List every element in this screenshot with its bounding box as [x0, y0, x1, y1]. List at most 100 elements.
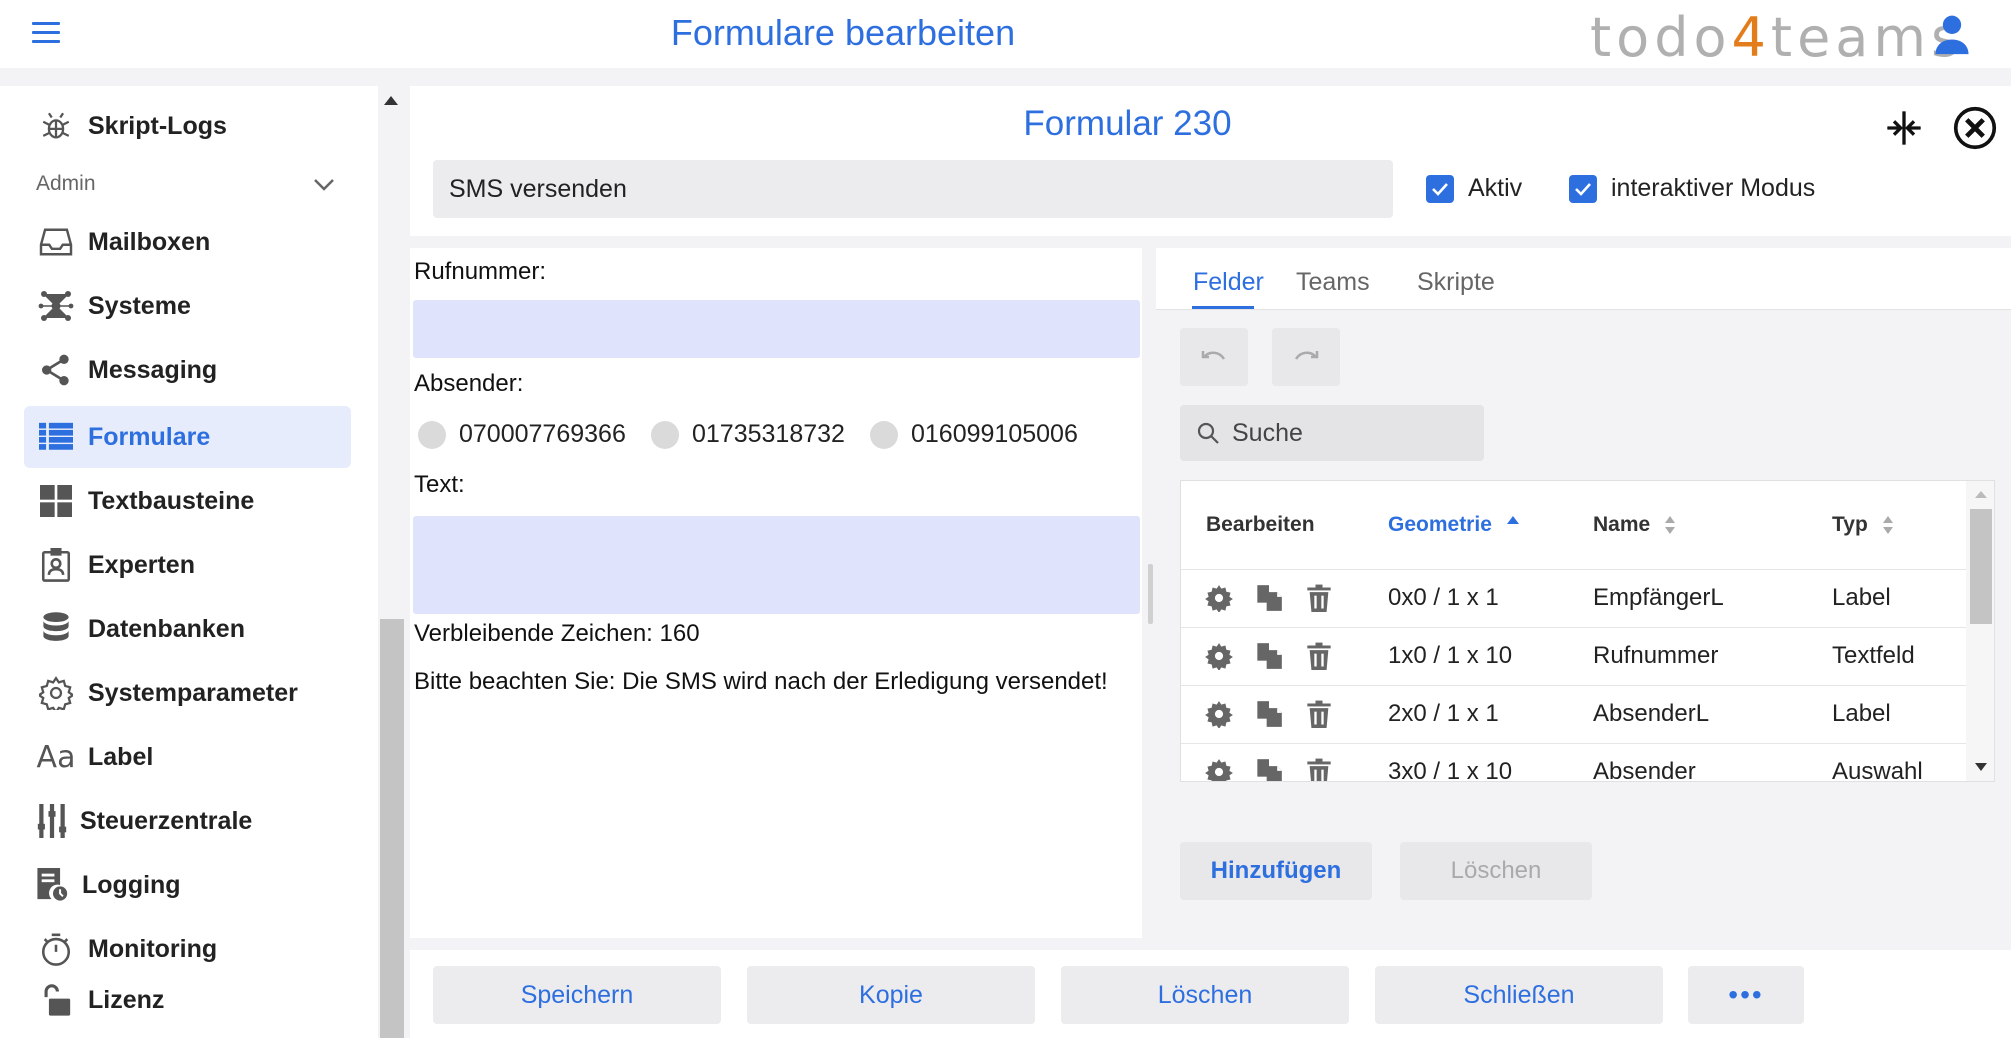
tab-teams[interactable]: Teams: [1296, 268, 1370, 297]
sidebar-item-experten[interactable]: Experten: [24, 534, 351, 596]
copy-button[interactable]: Kopie: [747, 966, 1035, 1024]
trash-icon[interactable]: [1305, 642, 1333, 670]
cell-geometrie: 0x0 / 1 x 1: [1388, 584, 1499, 611]
settings-icon[interactable]: [1205, 584, 1233, 612]
cell-geometrie: 1x0 / 1 x 10: [1388, 642, 1513, 669]
text-input[interactable]: [413, 516, 1140, 614]
row-actions: [1205, 642, 1333, 670]
trash-icon[interactable]: [1305, 700, 1333, 728]
tab-felder[interactable]: Felder: [1193, 268, 1264, 297]
undo-button[interactable]: [1180, 328, 1248, 386]
interactive-mode-checkbox[interactable]: interaktiver Modus: [1569, 174, 1815, 203]
sidebar-item-label: Formulare: [88, 422, 211, 451]
bug-icon: [24, 109, 88, 143]
sidebar-item-logging[interactable]: Logging: [24, 854, 351, 916]
sidebar-item-mailboxen[interactable]: Mailboxen: [24, 211, 351, 273]
delete-field-button[interactable]: Löschen: [1400, 842, 1592, 900]
rufnummer-label: Rufnummer:: [414, 258, 547, 285]
scroll-down-arrow-icon[interactable]: [1975, 763, 1987, 771]
copy-icon[interactable]: [1255, 584, 1283, 612]
table-row[interactable]: 2x0 / 1 x 1 AbsenderL Label: [1181, 685, 1966, 743]
cell-geometrie: 3x0 / 1 x 10: [1388, 758, 1513, 782]
more-button[interactable]: •••: [1688, 966, 1804, 1024]
column-header-name[interactable]: Name: [1593, 513, 1676, 537]
redo-icon: [1294, 351, 1319, 360]
table-row[interactable]: 0x0 / 1 x 1 EmpfängerL Label: [1181, 569, 1966, 627]
active-tab-indicator: [1192, 306, 1254, 309]
sidebar-item-label: Mailboxen: [88, 227, 211, 256]
settings-icon[interactable]: [1205, 700, 1233, 728]
add-field-button[interactable]: Hinzufügen: [1180, 842, 1372, 900]
sidebar-item-label-admin[interactable]: Aa Label: [24, 726, 351, 788]
scroll-up-arrow-icon[interactable]: [1975, 491, 1987, 498]
sidebar-section-admin[interactable]: Admin: [36, 172, 336, 196]
sidebar-item-label: Experten: [88, 550, 195, 579]
sidebar-item-formulare[interactable]: Formulare: [24, 406, 351, 468]
sidebar-item-label: Messaging: [88, 355, 218, 384]
scroll-up-arrow-icon[interactable]: [384, 96, 398, 105]
radio-label: 01735318732: [692, 420, 845, 448]
sidebar-item-steuerzentrale[interactable]: Steuerzentrale: [24, 790, 351, 852]
sidebar-item-label: Monitoring: [88, 934, 218, 963]
editor-tabs: Felder Teams Skripte: [1156, 248, 2011, 310]
table-row[interactable]: 3x0 / 1 x 10 Absender Auswahl: [1181, 743, 1966, 782]
network-icon: [24, 288, 88, 324]
trash-icon[interactable]: [1305, 758, 1333, 781]
settings-icon[interactable]: [1205, 642, 1233, 670]
collapse-horizontal-icon[interactable]: [1884, 108, 1924, 148]
column-header-geometrie[interactable]: Geometrie: [1388, 513, 1520, 537]
table-scrollbar-thumb[interactable]: [1970, 509, 1992, 624]
absender-radio-1[interactable]: 01735318732: [651, 420, 845, 449]
row-actions: [1205, 758, 1333, 781]
settings-icon[interactable]: [1205, 758, 1233, 781]
radio-label: 070007769366: [459, 420, 626, 448]
log-icon: [24, 868, 82, 902]
sidebar-item-skript-logs[interactable]: Skript-Logs: [24, 95, 351, 157]
form-title: Formular 230: [1023, 104, 1232, 143]
sidebar-item-messaging[interactable]: Messaging: [24, 339, 351, 401]
column-header-typ[interactable]: Typ: [1832, 513, 1894, 537]
sidebar-scrollbar[interactable]: [378, 86, 406, 1038]
sidebar-item-label: Datenbanken: [88, 614, 245, 643]
remaining-chars: Verbleibende Zeichen: 160: [414, 620, 700, 648]
check-icon: [1426, 174, 1454, 203]
copy-icon[interactable]: [1255, 758, 1283, 781]
delete-button[interactable]: Löschen: [1061, 966, 1349, 1024]
user-icon[interactable]: [1930, 12, 1974, 56]
aktiv-label: Aktiv: [1468, 174, 1523, 202]
cell-typ: Auswahl: [1832, 758, 1923, 782]
sidebar-item-systeme[interactable]: Systeme: [24, 275, 351, 337]
absender-radio-2[interactable]: 016099105006: [870, 420, 1078, 449]
stopwatch-icon: [24, 932, 88, 966]
main-content: Formular 230 Aktiv interaktiver Modus Ru…: [410, 86, 2011, 1038]
search-field[interactable]: Suche: [1180, 405, 1484, 461]
aktiv-checkbox[interactable]: Aktiv: [1426, 174, 1522, 203]
logo-text-four: 4: [1731, 6, 1771, 69]
copy-icon[interactable]: [1255, 642, 1283, 670]
absender-radio-0[interactable]: 070007769366: [418, 420, 626, 449]
remaining-label: Verbleibende Zeichen:: [414, 620, 653, 647]
sidebar-item-systemparameter[interactable]: Systemparameter: [24, 662, 351, 724]
copy-icon[interactable]: [1255, 700, 1283, 728]
sidebar-item-label: Logging: [82, 870, 181, 899]
database-icon: [24, 612, 88, 646]
sidebar-item-datenbanken[interactable]: Datenbanken: [24, 598, 351, 660]
table-row[interactable]: 1x0 / 1 x 10 Rufnummer Textfeld: [1181, 627, 1966, 685]
sidebar-item-textbausteine[interactable]: Textbausteine: [24, 470, 351, 532]
cell-typ: Label: [1832, 700, 1891, 727]
scrollbar-thumb[interactable]: [380, 619, 404, 1038]
table-scrollbar[interactable]: [1966, 481, 1994, 781]
radio-icon: [418, 420, 446, 449]
trash-icon[interactable]: [1305, 584, 1333, 612]
splitter-handle[interactable]: [1148, 564, 1153, 624]
sidebar-item-lizenz[interactable]: Lizenz: [24, 969, 351, 1031]
redo-button[interactable]: [1272, 328, 1340, 386]
close-icon[interactable]: [1953, 106, 1997, 150]
save-button[interactable]: Speichern: [433, 966, 721, 1024]
rufnummer-input[interactable]: [413, 300, 1140, 358]
cell-typ: Textfeld: [1832, 642, 1915, 669]
form-name-input[interactable]: [433, 160, 1393, 218]
list-icon: [24, 422, 88, 452]
tab-skripte[interactable]: Skripte: [1417, 268, 1495, 297]
close-button[interactable]: Schließen: [1375, 966, 1663, 1024]
